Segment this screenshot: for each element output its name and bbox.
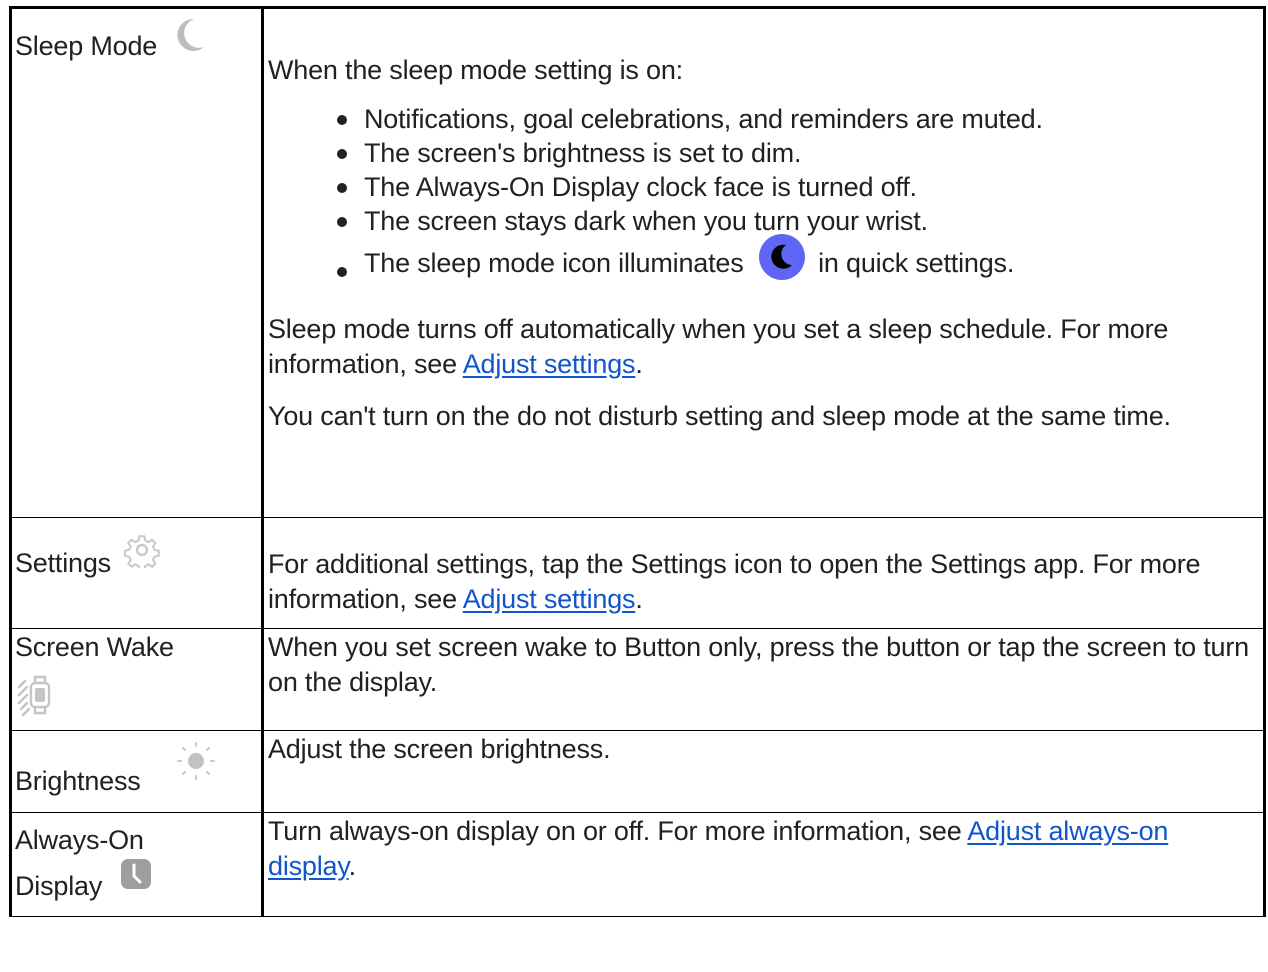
settings-end: .: [635, 584, 643, 614]
feature-name: Screen Wake: [15, 632, 174, 662]
description-cell: For additional settings, tap the Setting…: [262, 517, 1266, 629]
settings-table: Sleep Mode When the sleep mode setting i…: [9, 6, 1266, 917]
gear-icon: [124, 532, 161, 577]
list-item: The screen's brightness is set to dim.: [337, 136, 1253, 170]
brightness-description: Adjust the screen brightness.: [268, 734, 611, 764]
sleep-intro: When the sleep mode setting is on:: [268, 55, 683, 85]
description-wrap: When you set screen wake to Button only,…: [264, 629, 1263, 700]
screen-wake-description: When you set screen wake to Button only,…: [268, 632, 1249, 697]
list-item-sleep-icon: The sleep mode icon illuminates in quick…: [337, 234, 1253, 288]
feature-label-wrap: Brightness: [12, 731, 261, 799]
table-row-settings: Settings For additional settings, tap th…: [9, 517, 1266, 629]
settings-description: For additional settings, tap the Setting…: [268, 547, 1253, 617]
description-cell: Turn always-on display on or off. For mo…: [262, 812, 1266, 917]
brightness-icon: [174, 739, 218, 792]
screen-wake-icon: [17, 671, 53, 728]
feature-name-line2-wrap: Display: [15, 859, 261, 909]
table-row-always-on-display: Always-On Display Turn always-on display…: [9, 812, 1266, 917]
aod-end: .: [348, 851, 357, 881]
aod-description: Turn always-on display on or off. For mo…: [268, 814, 1253, 884]
description-wrap: For additional settings, tap the Setting…: [264, 518, 1263, 617]
settings-text: For additional settings, tap the Setting…: [268, 549, 1201, 614]
feature-cell: Always-On Display: [9, 812, 264, 917]
bullet5-before: The sleep mode icon illuminates: [364, 248, 744, 278]
table-row-brightness: Brightness Adjust the screen brightness.: [9, 730, 1266, 813]
feature-cell: Settings: [9, 517, 264, 629]
list-item: Notifications, goal celebrations, and re…: [337, 102, 1253, 136]
feature-name: Settings: [15, 548, 111, 578]
sleep-bullet-list: Notifications, goal celebrations, and re…: [268, 102, 1253, 288]
adjust-settings-link[interactable]: Adjust settings: [463, 349, 636, 379]
table-row-screen-wake: Screen Wake When you set screen wake to …: [9, 628, 1266, 731]
description-cell: When the sleep mode setting is on: Notif…: [262, 6, 1266, 518]
description-wrap: When the sleep mode setting is on: Notif…: [264, 9, 1263, 434]
description-wrap: Turn always-on display on or off. For mo…: [264, 813, 1263, 884]
feature-cell: Brightness: [9, 730, 264, 813]
sleep-para2: Sleep mode turns off automatically when …: [268, 312, 1253, 382]
feature-name-line2: Display: [15, 871, 103, 901]
clock-icon: [119, 857, 153, 905]
feature-label-wrap: Settings: [12, 518, 261, 581]
para2-end: .: [635, 349, 643, 379]
feature-cell: Sleep Mode: [9, 6, 264, 518]
list-item: The Always-On Display clock face is turn…: [337, 170, 1253, 204]
aod-text: Turn always-on display on or off. For mo…: [268, 816, 968, 846]
bullet5-after: in quick settings.: [818, 248, 1015, 278]
sleep-mode-quick-setting-icon: [758, 234, 805, 288]
feature-name: Brightness: [15, 766, 141, 796]
sleep-para3: You can't turn on the do not disturb set…: [268, 401, 1171, 431]
list-item: The screen stays dark when you turn your…: [337, 204, 1253, 238]
moon-icon: [172, 17, 206, 62]
feature-name: Sleep Mode: [15, 31, 158, 61]
feature-label-wrap: Sleep Mode: [12, 9, 261, 64]
para2-text: Sleep mode turns off automatically when …: [268, 314, 1169, 379]
feature-label-wrap: Screen Wake: [12, 629, 261, 728]
description-wrap: Adjust the screen brightness.: [264, 731, 1263, 767]
description-cell: When you set screen wake to Button only,…: [262, 628, 1266, 731]
adjust-settings-link[interactable]: Adjust settings: [463, 584, 636, 614]
feature-cell: Screen Wake: [9, 628, 264, 731]
feature-label-wrap: Always-On Display: [12, 813, 261, 909]
table-row-sleep-mode: Sleep Mode When the sleep mode setting i…: [9, 6, 1266, 518]
description-cell: Adjust the screen brightness.: [262, 730, 1266, 813]
